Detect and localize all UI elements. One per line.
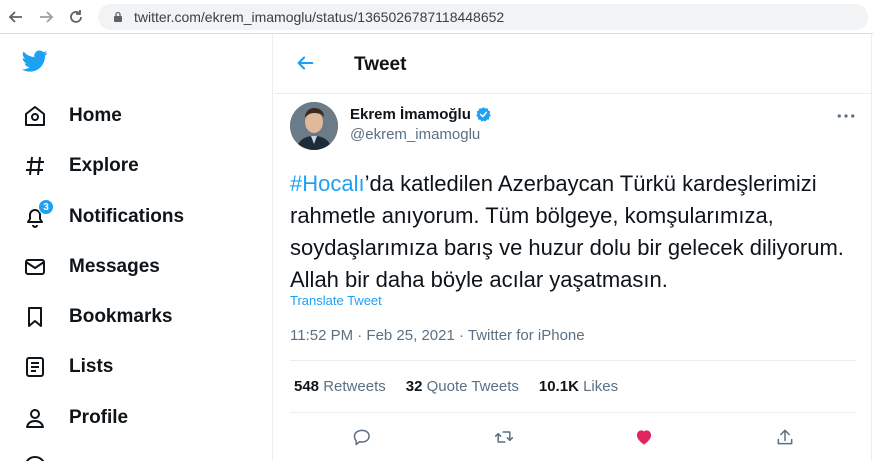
likes-label: Likes (583, 378, 619, 395)
sidebar-item-label: Home (69, 105, 122, 126)
sidebar-item-label: Explore (69, 155, 139, 176)
twitter-logo-icon[interactable] (20, 48, 50, 74)
sidebar-item-label: Lists (69, 356, 114, 377)
sidebar-item-label: Bookmarks (69, 306, 173, 327)
envelope-icon (22, 254, 48, 280)
tweet-text: #Hocalı’da katledilen Azerbaycan Türkü k… (290, 168, 855, 296)
sidebar-item-label: Profile (69, 407, 129, 428)
hashtag-link[interactable]: #Hocalı (290, 171, 365, 196)
sidebar-item-explore[interactable]: Explore (22, 151, 139, 181)
retweets-count: 548 (294, 378, 320, 395)
translate-tweet-link[interactable]: Translate Tweet (290, 293, 382, 308)
bookmark-icon (22, 304, 48, 330)
quotes-label: Quote Tweets (426, 378, 519, 395)
divider (290, 412, 856, 413)
back-arrow-icon[interactable] (6, 7, 26, 27)
avatar[interactable] (290, 102, 338, 150)
divider (290, 360, 856, 361)
like-heart-icon[interactable] (633, 426, 655, 448)
quote-tweets-stat[interactable]: 32 Quote Tweets (406, 378, 519, 395)
person-icon (22, 405, 48, 431)
forward-arrow-icon[interactable] (36, 7, 56, 27)
home-icon (22, 103, 48, 129)
tweet-detail-column: Tweet Ekrem İmamoğlu @ekrem_imamoglu #Ho… (274, 34, 872, 461)
hashtag-icon (22, 153, 48, 179)
sidebar-item-label: Notifications (69, 206, 185, 227)
more-circle-icon (22, 454, 48, 461)
tweet-stats: 548 Retweets 32 Quote Tweets 10.1K Likes (294, 378, 618, 395)
retweets-stat[interactable]: 548 Retweets (294, 378, 386, 395)
tweet-timestamp[interactable]: 11:52 PM · Feb 25, 2021 · Twitter for iP… (290, 327, 585, 344)
sidebar-item-home[interactable]: Home (22, 101, 122, 131)
browser-toolbar: twitter.com/ekrem_imamoglu/status/136502… (0, 0, 873, 34)
lock-icon (114, 11, 122, 22)
sidebar-item-lists[interactable]: Lists (22, 352, 113, 382)
reply-icon[interactable] (351, 426, 373, 448)
sidebar-item-profile[interactable]: Profile (22, 403, 128, 433)
sidebar-item-more[interactable] (22, 452, 48, 461)
verified-badge-icon (476, 107, 491, 122)
address-bar[interactable]: twitter.com/ekrem_imamoglu/status/136502… (98, 4, 868, 30)
list-icon (22, 354, 48, 380)
sidebar: Home Explore 3 Notifications Messages Bo… (0, 34, 273, 461)
retweets-label: Retweets (323, 378, 386, 395)
retweet-icon[interactable] (493, 426, 515, 448)
sidebar-item-notifications[interactable]: 3 Notifications (22, 199, 185, 232)
page-title: Tweet (354, 54, 407, 75)
tweet-body-text: ’da katledilen Azerbaycan Türkü kardeşle… (290, 171, 844, 292)
sidebar-item-bookmarks[interactable]: Bookmarks (22, 302, 173, 332)
more-options-icon[interactable] (834, 106, 858, 126)
notification-badge: 3 (38, 199, 54, 215)
author-name-text: Ekrem İmamoğlu (350, 106, 471, 123)
reload-icon[interactable] (66, 7, 86, 27)
share-icon[interactable] (774, 426, 796, 448)
back-arrow-icon[interactable] (294, 52, 316, 74)
sidebar-item-label: Messages (69, 256, 160, 277)
likes-count: 10.1K (538, 378, 579, 395)
url-text: twitter.com/ekrem_imamoglu/status/136502… (134, 9, 505, 25)
quotes-count: 32 (405, 378, 423, 395)
likes-stat[interactable]: 10.1K Likes (539, 378, 618, 395)
author-name[interactable]: Ekrem İmamoğlu (350, 106, 492, 123)
author-handle[interactable]: @ekrem_imamoglu (350, 126, 480, 143)
bell-icon: 3 (22, 199, 54, 230)
page-header: Tweet (274, 34, 872, 94)
sidebar-item-messages[interactable]: Messages (22, 252, 160, 282)
